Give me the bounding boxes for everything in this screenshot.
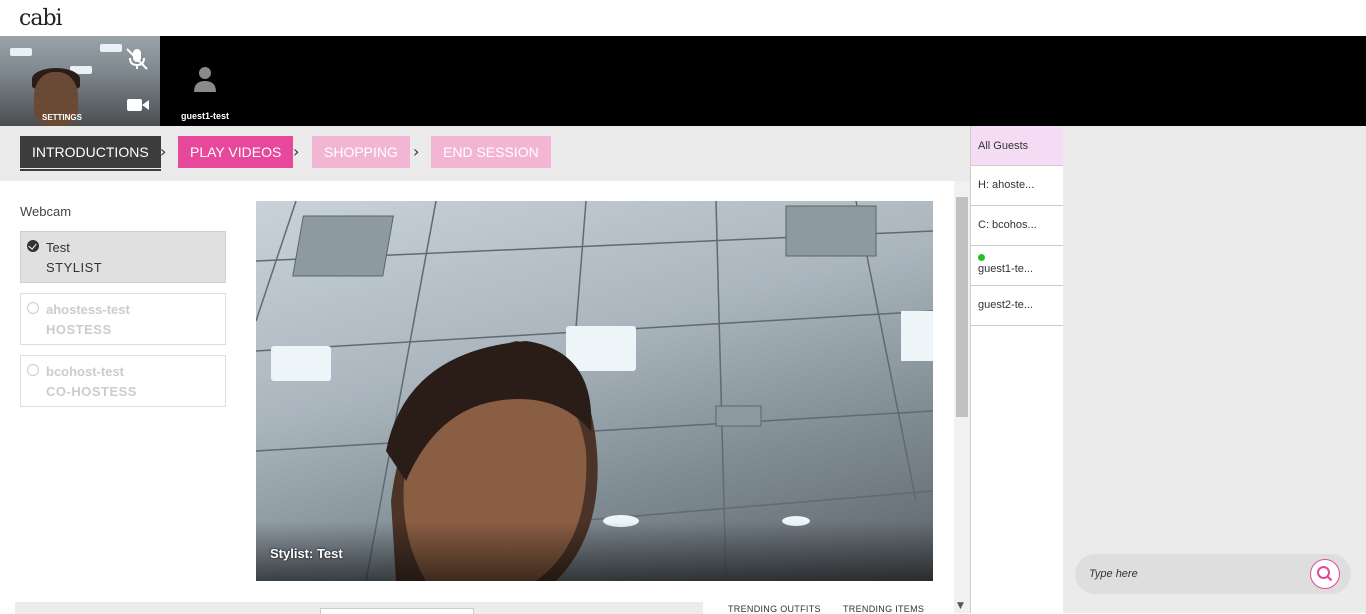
settings-label[interactable]: SETTINGS <box>0 113 124 122</box>
products-tab[interactable] <box>320 608 474 614</box>
content-area: Webcam Test STYLIST ahostess-test HOSTES… <box>0 181 954 614</box>
step-end-session[interactable]: END SESSION <box>431 136 551 168</box>
cabi-logo[interactable]: cabi <box>19 6 63 31</box>
video-camera-icon[interactable] <box>126 96 150 114</box>
webcam-label: Webcam <box>20 204 72 219</box>
guest-item-label: guest2-te... <box>978 299 1034 311</box>
guest-item-hostess[interactable]: H: ahoste... <box>971 166 1063 206</box>
products-panel-header <box>15 602 703 614</box>
chevron-right-icon: › <box>293 142 300 161</box>
chat-input-box <box>1075 554 1351 594</box>
ceiling-light <box>100 44 122 52</box>
online-status-icon <box>978 254 985 261</box>
guest-item-label: C: bcohos... <box>978 219 1037 231</box>
top-bar: cabi <box>0 0 1366 36</box>
person-role: STYLIST <box>46 260 103 275</box>
person-role: CO-HOSTESS <box>46 384 137 399</box>
webcam-option-stylist[interactable]: Test STYLIST <box>20 231 226 283</box>
guest-item-label: guest1-te... <box>978 263 1034 275</box>
video-strip: SETTINGS guest1-test <box>0 36 1366 126</box>
guest-item-guest2[interactable]: guest2-te... <box>971 286 1063 326</box>
mic-muted-icon[interactable] <box>124 46 150 72</box>
person-name: Test <box>46 240 70 255</box>
guest-item-co-hostess[interactable]: C: bcohos... <box>971 206 1063 246</box>
radio-unchecked-icon[interactable] <box>27 302 39 314</box>
guest-video-tile[interactable]: guest1-test <box>160 36 250 126</box>
ceiling-light <box>10 48 32 56</box>
self-camera-tile[interactable]: SETTINGS <box>0 36 160 126</box>
main-panel: INTRODUCTIONS › PLAY VIDEOS › SHOPPING ›… <box>0 126 970 614</box>
main-video-stage[interactable]: Stylist: Test <box>256 201 933 581</box>
guest-tile-name: guest1-test <box>180 111 229 121</box>
video-caption: Stylist: Test <box>270 546 343 561</box>
guest-item-all[interactable]: All Guests <box>971 126 1063 166</box>
session-steps: INTRODUCTIONS › PLAY VIDEOS › SHOPPING ›… <box>0 126 970 181</box>
guest-item-label: H: ahoste... <box>978 179 1035 191</box>
scroll-down-arrow-icon[interactable]: ▼ <box>957 601 964 611</box>
radio-checked-icon[interactable] <box>27 240 39 252</box>
user-avatar-icon <box>194 67 216 92</box>
guest-list: All Guests H: ahoste... C: bcohos... gue… <box>970 126 1063 613</box>
guest-item-guest1[interactable]: guest1-te... <box>971 246 1063 286</box>
step-play-videos[interactable]: PLAY VIDEOS <box>178 136 294 168</box>
chat-input[interactable] <box>1089 564 1289 584</box>
ceiling-video-frame <box>256 201 933 581</box>
webcam-option-hostess[interactable]: ahostess-test HOSTESS <box>20 293 226 345</box>
content-scrollbar[interactable]: ▼ <box>954 181 970 613</box>
chevron-right-icon: › <box>413 142 420 161</box>
webcam-option-co-hostess[interactable]: bcohost-test CO-HOSTESS <box>20 355 226 407</box>
person-name: bcohost-test <box>46 364 124 379</box>
step-shopping[interactable]: SHOPPING <box>312 136 410 168</box>
scrollbar-thumb[interactable] <box>956 197 968 417</box>
guest-item-label: All Guests <box>978 140 1029 152</box>
chevron-right-icon: › <box>160 142 167 161</box>
person-role: HOSTESS <box>46 322 112 337</box>
person-name: ahostess-test <box>46 302 130 317</box>
radio-unchecked-icon[interactable] <box>27 364 39 376</box>
step-introductions[interactable]: INTRODUCTIONS <box>20 136 161 171</box>
search-icon <box>1316 565 1332 581</box>
chat-panel <box>1063 126 1366 613</box>
chat-send-button[interactable] <box>1310 559 1340 589</box>
